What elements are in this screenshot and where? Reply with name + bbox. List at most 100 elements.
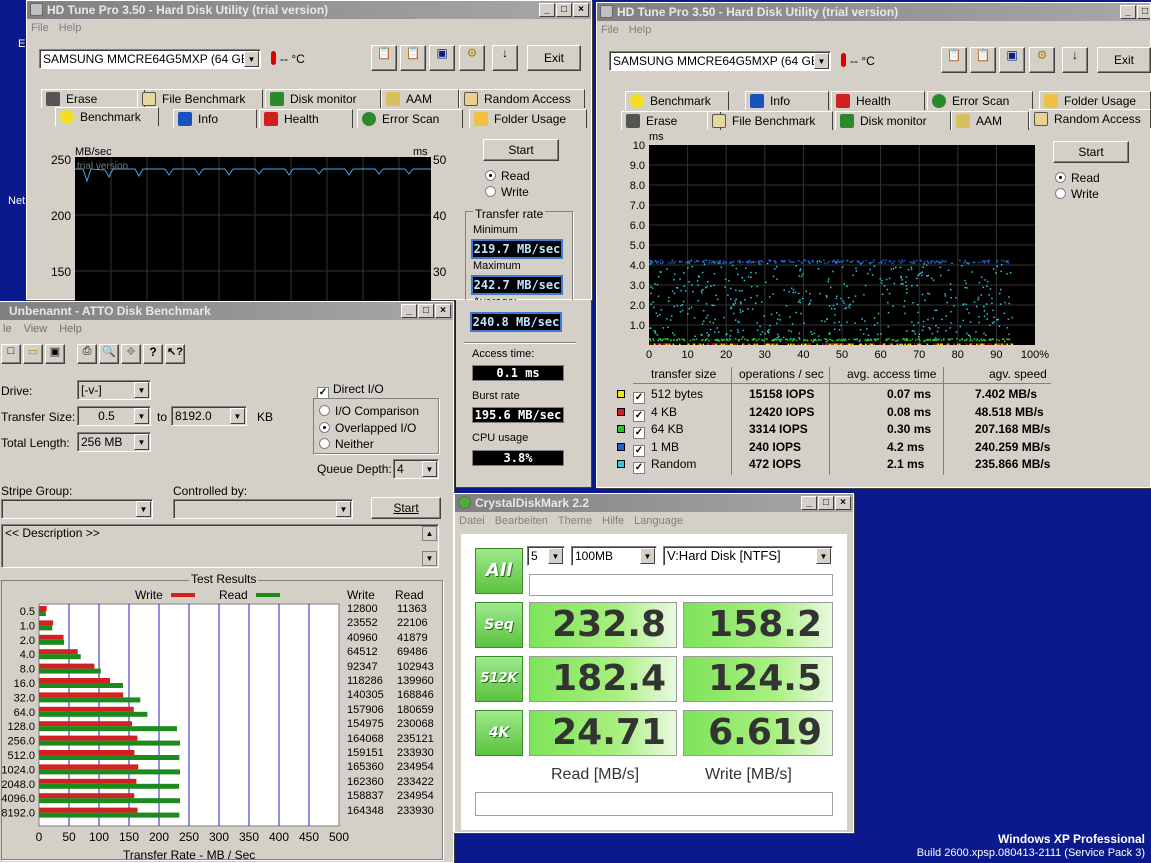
tab-aam[interactable]: AAM xyxy=(381,89,459,108)
maximize-button[interactable]: □ xyxy=(1137,5,1150,19)
title-bar[interactable]: CrystalDiskMark 2.2 _ □ × xyxy=(455,494,853,512)
minimize-button[interactable]: _ xyxy=(1120,5,1136,19)
tab-info[interactable]: Info xyxy=(745,91,829,110)
write-radio[interactable]: Write xyxy=(485,185,529,199)
close-button[interactable]: × xyxy=(573,3,589,17)
scroll-up-icon[interactable]: ▲ xyxy=(422,526,437,541)
direct-io-checkbox[interactable]: ✓ Direct I/O xyxy=(317,382,384,399)
download-button[interactable]: ↓ xyxy=(1062,47,1088,73)
maximize-button[interactable]: □ xyxy=(556,3,572,17)
maximize-button[interactable]: □ xyxy=(818,496,834,510)
tab-erase[interactable]: Erase xyxy=(41,89,145,108)
start-button[interactable]: Start xyxy=(1053,141,1129,163)
tab-random-access[interactable]: Random Access xyxy=(459,89,585,108)
menu-file[interactable]: le xyxy=(3,320,12,338)
save-button[interactable]: ▣ xyxy=(999,47,1025,73)
print-preview-icon[interactable]: 🔍 xyxy=(99,344,119,364)
drive-select[interactable]: [-v-] ▼ xyxy=(77,380,151,400)
tab-folder-usage[interactable]: Folder Usage xyxy=(1039,91,1151,110)
series-checkbox[interactable]: ✓ xyxy=(633,387,649,404)
title-bar[interactable]: HD Tune Pro 3.50 - Hard Disk Utility (tr… xyxy=(597,3,1150,21)
read-radio[interactable]: Read xyxy=(1055,171,1100,185)
tab-error-scan[interactable]: Error Scan xyxy=(357,109,463,128)
size-select[interactable]: 100MB ▼ xyxy=(571,546,657,566)
tab-health[interactable]: Health xyxy=(831,91,925,110)
options-button[interactable]: ⚙ xyxy=(459,45,485,71)
minimize-button[interactable]: _ xyxy=(539,3,555,17)
queue-depth-select[interactable]: 4 ▼ xyxy=(393,459,439,479)
close-button[interactable]: × xyxy=(435,304,451,318)
all-button[interactable]: All xyxy=(475,548,523,594)
minimize-button[interactable]: _ xyxy=(401,304,417,318)
exit-button[interactable]: Exit xyxy=(1097,47,1151,73)
transfer-to-select[interactable]: 8192.0 ▼ xyxy=(171,406,247,426)
tab-disk-monitor[interactable]: Disk monitor xyxy=(265,89,381,108)
series-checkbox[interactable]: ✓ xyxy=(633,457,649,474)
total-length-select[interactable]: 256 MB ▼ xyxy=(77,432,151,452)
tab-erase[interactable]: Erase xyxy=(621,111,721,130)
download-button[interactable]: ↓ xyxy=(492,45,518,71)
copy-all-button[interactable]: 📋 xyxy=(400,45,426,71)
seq-button[interactable]: Seq xyxy=(475,602,523,648)
menu-view[interactable]: View xyxy=(24,320,48,338)
tab-health[interactable]: Health xyxy=(259,109,353,128)
copy-all-button[interactable]: 📋 xyxy=(970,47,996,73)
copy-info-button[interactable]: 📋 xyxy=(941,47,967,73)
series-checkbox[interactable]: ✓ xyxy=(633,440,649,457)
tab-file-benchmark[interactable]: File Benchmark xyxy=(707,111,833,130)
tab-benchmark[interactable]: Benchmark xyxy=(55,107,159,126)
menu-language[interactable]: Language xyxy=(634,512,683,530)
help-icon[interactable]: ? xyxy=(143,344,163,364)
copy-info-button[interactable]: 📋 xyxy=(371,45,397,71)
read-radio[interactable]: Read xyxy=(485,169,530,183)
menu-datei[interactable]: Datei xyxy=(459,512,485,530)
menu-help[interactable]: Help xyxy=(629,21,652,39)
tab-error-scan[interactable]: Error Scan xyxy=(927,91,1033,110)
transfer-from-select[interactable]: 0.5 ▼ xyxy=(77,406,151,426)
io-comparison-radio[interactable]: I/O Comparison xyxy=(319,404,419,418)
series-checkbox[interactable]: ✓ xyxy=(633,422,649,439)
maximize-button[interactable]: □ xyxy=(418,304,434,318)
neither-radio[interactable]: Neither xyxy=(319,437,374,451)
controlled-by-select[interactable]: ▼ xyxy=(173,499,353,519)
description-box[interactable]: << Description >> ▲ ▼ xyxy=(1,524,439,568)
tab-file-benchmark[interactable]: File Benchmark xyxy=(137,89,263,108)
scroll-down-icon[interactable]: ▼ xyxy=(422,551,437,566)
overlapped-io-radio[interactable]: Overlapped I/O xyxy=(319,421,416,435)
menu-help[interactable]: Help xyxy=(59,320,82,338)
tab-disk-monitor[interactable]: Disk monitor xyxy=(835,111,951,130)
menu-theme[interactable]: Theme xyxy=(558,512,592,530)
menu-file[interactable]: File xyxy=(31,19,49,37)
drive-select[interactable]: SAMSUNG MMCRE64G5MXP (64 GB) ▼ xyxy=(39,49,261,69)
tab-random-access[interactable]: Random Access xyxy=(1029,109,1151,128)
menu-hilfe[interactable]: Hilfe xyxy=(602,512,624,530)
512k-button[interactable]: 512K xyxy=(475,656,523,702)
write-radio[interactable]: Write xyxy=(1055,187,1099,201)
menu-bearbeiten[interactable]: Bearbeiten xyxy=(495,512,548,530)
tab-aam[interactable]: AAM xyxy=(951,111,1029,130)
save-button[interactable]: ▣ xyxy=(429,45,455,71)
context-help-icon[interactable]: ↖? xyxy=(165,344,185,364)
new-icon[interactable]: □ xyxy=(1,344,21,364)
start-button[interactable]: Start xyxy=(483,139,559,161)
tab-folder-usage[interactable]: Folder Usage xyxy=(469,109,587,128)
4k-button[interactable]: 4K xyxy=(475,710,523,756)
tab-benchmark[interactable]: Benchmark xyxy=(625,91,729,110)
minimize-button[interactable]: _ xyxy=(801,496,817,510)
series-checkbox[interactable]: ✓ xyxy=(633,405,649,422)
exit-button[interactable]: Exit xyxy=(527,45,581,71)
close-button[interactable]: × xyxy=(835,496,851,510)
print-icon[interactable]: ⎙ xyxy=(77,344,97,364)
open-icon[interactable]: ▭ xyxy=(23,344,43,364)
title-bar[interactable]: Unbenannt - ATTO Disk Benchmark _ □ × xyxy=(0,302,453,320)
start-button[interactable]: Start xyxy=(371,497,441,519)
menu-help[interactable]: Help xyxy=(59,19,82,37)
options-button[interactable]: ⚙ xyxy=(1029,47,1055,73)
title-bar[interactable]: HD Tune Pro 3.50 - Hard Disk Utility (tr… xyxy=(27,1,591,19)
menu-file[interactable]: File xyxy=(601,21,619,39)
move-icon[interactable]: ✥ xyxy=(121,344,141,364)
tab-info[interactable]: Info xyxy=(173,109,257,128)
save-icon[interactable]: ▣ xyxy=(45,344,65,364)
drive-select[interactable]: V:Hard Disk [NTFS] ▼ xyxy=(663,546,833,566)
count-select[interactable]: 5 ▼ xyxy=(527,546,565,566)
